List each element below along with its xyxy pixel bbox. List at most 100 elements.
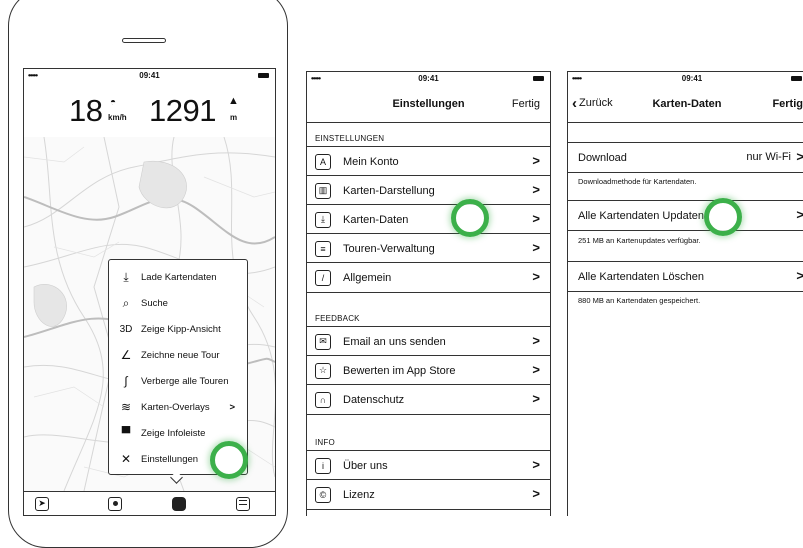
info-icon: i bbox=[315, 457, 331, 474]
settings-row[interactable]: ≡ Touren-Verwaltung > bbox=[307, 233, 550, 263]
tap-indicator bbox=[210, 441, 248, 479]
settings-row[interactable]: ⤓ Karten-Daten > bbox=[307, 204, 550, 234]
status-bar: ••••• 09:41 bbox=[307, 72, 550, 86]
tap-indicator bbox=[451, 199, 489, 237]
menu-item[interactable]: ∠ Zeichne neue Tour bbox=[109, 342, 247, 368]
3d-icon: 3D bbox=[119, 323, 133, 335]
battery-icon bbox=[533, 76, 544, 81]
download-icon: ⤓ bbox=[123, 269, 129, 284]
copyright-icon: © bbox=[315, 486, 331, 503]
settings-row-label: Email an uns senden bbox=[343, 335, 446, 348]
chevron-right-icon: > bbox=[532, 211, 540, 226]
altitude-value: 1291 bbox=[149, 93, 216, 128]
status-bar: ••••• 09:41 bbox=[568, 72, 803, 86]
page-title: Karten-Daten bbox=[652, 98, 722, 110]
account-icon: A bbox=[315, 153, 331, 170]
infobar-icon: ▀ bbox=[121, 426, 131, 440]
search-icon: ⌕ bbox=[122, 295, 130, 310]
map-display-icon: ▥ bbox=[315, 182, 331, 199]
settings-row-label: Datenschutz bbox=[343, 393, 405, 406]
done-button[interactable]: Fertig bbox=[772, 98, 803, 110]
delete-all-row[interactable]: Alle Kartendaten Löschen > bbox=[568, 261, 803, 292]
chevron-right-icon: > bbox=[796, 207, 803, 222]
section-header: FEEDBACK bbox=[315, 314, 360, 323]
chevron-right-icon: > bbox=[532, 182, 540, 197]
chevron-right-icon: > bbox=[532, 457, 540, 472]
menu-icon[interactable] bbox=[172, 497, 186, 511]
chevron-right-icon: > bbox=[532, 153, 540, 168]
menu-item-label: Suche bbox=[141, 297, 168, 309]
menu-item[interactable]: ⌕ Suche bbox=[109, 290, 247, 316]
status-time: 09:41 bbox=[418, 74, 439, 83]
speed-unit: km/h bbox=[108, 113, 127, 122]
status-time: 09:41 bbox=[681, 74, 703, 83]
altitude-unit: m bbox=[230, 113, 238, 122]
chevron-right-icon: > bbox=[532, 362, 540, 377]
menu-item-label: Zeige Infoleiste bbox=[141, 427, 206, 439]
settings-row-label: Über uns bbox=[343, 459, 388, 472]
menu-item-label: Zeige Kipp-Ansicht bbox=[141, 323, 221, 335]
settings-row-label: Allgemein bbox=[343, 271, 392, 284]
tap-indicator bbox=[704, 198, 742, 236]
settings-row[interactable]: ✉ Email an uns senden > bbox=[307, 326, 550, 356]
menu-item[interactable]: ≋ Karten-Overlays > bbox=[109, 394, 247, 420]
update-all-label: Alle Kartendaten Updaten bbox=[578, 209, 704, 222]
chevron-right-icon: > bbox=[796, 149, 803, 164]
lock-icon: ∩ bbox=[315, 391, 331, 408]
list-icon[interactable] bbox=[236, 497, 250, 511]
nav-bar: Einstellungen Fertig bbox=[307, 86, 550, 123]
download-icon: ⤓ bbox=[315, 211, 331, 228]
menu-item[interactable]: ∫ Verberge alle Touren bbox=[109, 368, 247, 394]
menu-item[interactable]: 3D Zeige Kipp-Ansicht bbox=[109, 316, 247, 342]
route-icon: ∫ bbox=[124, 374, 128, 388]
settings-row-label: Karten-Darstellung bbox=[343, 184, 435, 197]
settings-row[interactable]: ☆ Bewerten im App Store > bbox=[307, 355, 550, 385]
settings-row-label: Touren-Verwaltung bbox=[343, 242, 435, 255]
menu-item[interactable]: ⤓ Lade Kartendaten bbox=[109, 264, 247, 290]
download-note: Downloadmethode für Kartendaten. bbox=[578, 177, 697, 186]
chevron-right-icon: > bbox=[532, 486, 540, 501]
menu-item-label: Zeichne neue Tour bbox=[141, 349, 220, 361]
tour-manager-icon: ≡ bbox=[315, 240, 331, 257]
menu-item-label: Einstellungen bbox=[141, 453, 199, 465]
menu-item-label: Verberge alle Touren bbox=[141, 375, 229, 387]
menu-item-label: Karten-Overlays bbox=[141, 401, 210, 413]
layers-icon: ≋ bbox=[120, 400, 132, 414]
map-screen: ••••• 09:41 18 ◓ km/h 1291 ▲ m ⤓ Lade Ka… bbox=[23, 68, 276, 516]
settings-row[interactable]: ∩ Datenschutz > bbox=[307, 384, 550, 415]
settings-row[interactable]: / Allgemein > bbox=[307, 262, 550, 293]
tools-icon: ✕ bbox=[120, 452, 132, 466]
download-row[interactable]: Download nur Wi-Fi > bbox=[568, 142, 803, 173]
menu-item-label: Lade Kartendaten bbox=[141, 271, 217, 283]
download-label: Download bbox=[578, 151, 627, 164]
tab-bar: ➤ bbox=[24, 491, 275, 515]
done-button[interactable]: Fertig bbox=[512, 98, 540, 110]
delete-all-label: Alle Kartendaten Löschen bbox=[578, 270, 704, 283]
delete-note: 880 MB an Kartendaten gespeichert. bbox=[578, 296, 701, 305]
wrench-icon: / bbox=[315, 269, 331, 286]
settings-screen: ••••• 09:41 Einstellungen Fertig EINSTEL… bbox=[306, 71, 551, 516]
settings-row[interactable]: i Über uns > bbox=[307, 450, 550, 480]
star-icon: ☆ bbox=[315, 362, 331, 379]
chevron-right-icon: > bbox=[532, 391, 540, 406]
update-all-row[interactable]: Alle Kartendaten Updaten > bbox=[568, 200, 803, 231]
chevron-right-icon: > bbox=[532, 269, 540, 284]
battery-icon bbox=[258, 73, 269, 78]
map-data-screen: ••••• 09:41 ‹ Zurück Karten-Daten Fertig… bbox=[567, 71, 803, 516]
settings-row-label: Bewerten im App Store bbox=[343, 364, 456, 377]
settings-row[interactable]: © Lizenz > bbox=[307, 479, 550, 510]
chevron-right-icon: > bbox=[229, 401, 235, 413]
settings-row[interactable]: ▥ Karten-Darstellung > bbox=[307, 175, 550, 205]
record-icon[interactable] bbox=[108, 497, 122, 511]
update-note: 251 MB an Kartenupdates verfügbar. bbox=[578, 236, 701, 245]
phone-speaker bbox=[122, 38, 166, 43]
navigate-icon[interactable]: ➤ bbox=[35, 497, 49, 511]
speed-bar: 18 ◓ km/h 1291 ▲ m bbox=[24, 83, 275, 138]
download-value: nur Wi-Fi bbox=[746, 151, 791, 163]
mountain-icon: ▲ bbox=[228, 95, 239, 107]
nav-bar: ‹ Zurück Karten-Daten Fertig bbox=[568, 86, 803, 123]
section-header: INFO bbox=[315, 438, 335, 447]
speedometer-icon: ◓ bbox=[110, 97, 117, 108]
settings-row[interactable]: A Mein Konto > bbox=[307, 146, 550, 176]
settings-row-label: Mein Konto bbox=[343, 155, 399, 168]
